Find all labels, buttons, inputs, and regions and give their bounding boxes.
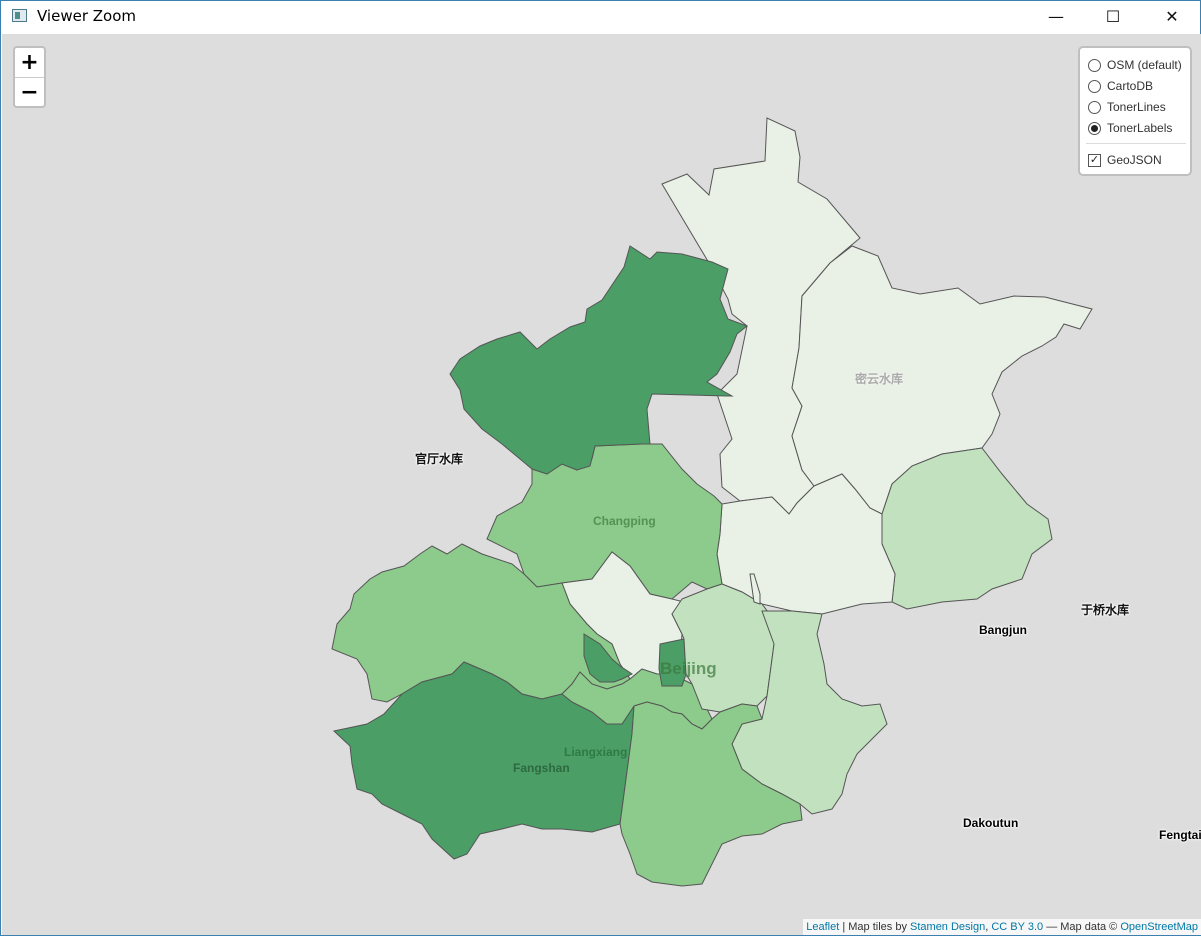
label-bangjun: Bangjun: [979, 623, 1027, 637]
title-bar: Viewer Zoom — ☐ ✕: [1, 1, 1200, 33]
label-miyun: 密云水库: [855, 372, 904, 386]
district-polygons: [331, 117, 1093, 887]
label-liangxiang: Liangxiang: [564, 745, 628, 759]
label-fangshan: Fangshan: [513, 761, 570, 775]
stamen-link[interactable]: Stamen Design: [910, 921, 985, 933]
label-beijing: Beijing: [660, 659, 717, 678]
maximize-button[interactable]: ☐: [1090, 1, 1136, 31]
leaflet-link[interactable]: Leaflet: [806, 921, 839, 933]
map-canvas[interactable]: 官厅水库 密云水库 Changping Beijing Liangxiang F…: [2, 34, 1201, 935]
osm-link[interactable]: OpenStreetMap: [1120, 921, 1198, 933]
radio-cartodb[interactable]: [1088, 79, 1101, 93]
attribution-mapdata: — Map data ©: [1043, 921, 1121, 933]
layer-option-tonerlines[interactable]: TonerLines: [1088, 98, 1166, 116]
layer-label: TonerLabels: [1107, 121, 1173, 135]
layers-control: OSM (default) CartoDB TonerLines TonerLa…: [1078, 46, 1192, 176]
app-icon: [12, 9, 27, 22]
window-title: Viewer Zoom: [37, 7, 137, 25]
cc-link[interactable]: CC BY 3.0: [991, 921, 1043, 933]
label-dakoutun: Dakoutun: [963, 816, 1019, 830]
layer-label: TonerLines: [1107, 100, 1166, 114]
district-yanqing: [449, 245, 749, 475]
label-yuqiao: 于桥水库: [1081, 603, 1130, 617]
radio-osm[interactable]: [1088, 58, 1101, 72]
attribution-bar: Leaflet | Map tiles by Stamen Design , C…: [803, 919, 1201, 935]
label-changping: Changping: [593, 514, 656, 528]
radio-tonerlines[interactable]: [1088, 100, 1101, 114]
radio-tonerlabels[interactable]: [1088, 121, 1101, 135]
close-button[interactable]: ✕: [1149, 1, 1195, 31]
label-guanting: 官厅水库: [415, 452, 464, 466]
layers-separator: [1086, 143, 1186, 144]
layer-option-cartodb[interactable]: CartoDB: [1088, 77, 1153, 95]
layer-option-osm[interactable]: OSM (default): [1088, 56, 1182, 74]
minimize-button[interactable]: —: [1033, 1, 1079, 31]
label-fengtai: Fengtai: [1159, 828, 1201, 842]
layer-label: CartoDB: [1107, 79, 1154, 93]
zoom-out-button[interactable]: −: [15, 78, 44, 107]
zoom-control: + −: [13, 46, 46, 108]
overlay-label: GeoJSON: [1107, 153, 1162, 167]
checkbox-geojson[interactable]: ✓: [1088, 153, 1101, 167]
zoom-in-button[interactable]: +: [15, 48, 44, 78]
overlay-option-geojson[interactable]: ✓ GeoJSON: [1088, 151, 1162, 169]
viewer-window: Viewer Zoom — ☐ ✕ 官厅水库 密云水库 Changping Be…: [0, 0, 1201, 936]
layer-option-tonerlabels[interactable]: TonerLabels: [1088, 119, 1172, 137]
district-pinggu: [881, 447, 1053, 610]
layer-label: OSM (default): [1107, 58, 1182, 72]
attribution-text: | Map tiles by: [839, 921, 911, 933]
